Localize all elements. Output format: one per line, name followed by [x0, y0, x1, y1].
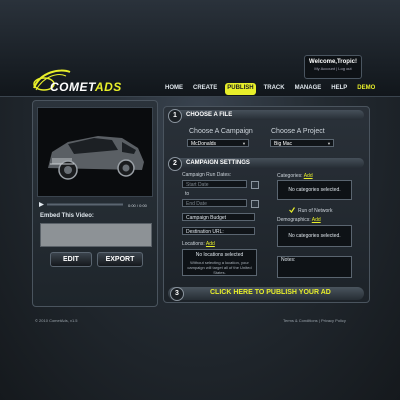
project-select[interactable]: Big Mac ▼	[270, 139, 334, 147]
logo-prefix: COMET	[50, 80, 95, 94]
locations-label: Locations: Add	[182, 241, 215, 247]
video-time: 0:00 / 0:00	[128, 203, 147, 208]
categories-label-text: Categories:	[277, 173, 303, 179]
locations-note: Without selecting a location, your campa…	[187, 260, 252, 275]
play-icon[interactable]	[39, 202, 44, 207]
video-player[interactable]	[37, 107, 153, 197]
seek-bar[interactable]	[47, 203, 123, 206]
section-2-number: 2	[168, 157, 182, 171]
locations-empty: No locations selected	[195, 252, 244, 258]
end-date-input[interactable]: End Date	[182, 199, 247, 207]
nav-demo[interactable]: DEMO	[355, 83, 377, 95]
run-dates-label: Campaign Run Dates:	[182, 172, 232, 178]
categories-label: Categories: Add	[277, 173, 313, 179]
chevron-down-icon: ▼	[327, 141, 331, 146]
categories-add-link[interactable]: Add	[304, 173, 313, 179]
project-value: Big Mac	[274, 141, 293, 147]
section-1-number: 1	[168, 109, 182, 123]
categories-box: No categories selected.	[277, 180, 352, 200]
footer-copyright: © 2010 CometAds, v1.5	[35, 318, 78, 323]
calendar-icon[interactable]	[251, 181, 259, 189]
welcome-box: Welcome,Tropic! My Account | Log out	[304, 55, 362, 79]
date-to-text: to	[185, 191, 190, 197]
export-button[interactable]: EXPORT	[97, 252, 143, 267]
notes-field[interactable]: Notes:	[277, 256, 352, 278]
demographics-add-link[interactable]: Add	[312, 217, 321, 223]
edit-button[interactable]: EDIT	[50, 252, 92, 267]
embed-label: Embed This Video:	[40, 213, 94, 219]
demographics-box: No categories selected.	[277, 225, 352, 247]
project-label: Choose A Project	[271, 128, 325, 135]
locations-label-text: Locations:	[182, 241, 205, 247]
embed-code-field[interactable]	[40, 223, 152, 247]
nav-help[interactable]: HELP	[329, 83, 349, 95]
nav-track[interactable]: TRACK	[262, 83, 287, 95]
publish-button[interactable]: 3 CLICK HERE TO PUBLISH YOUR AD	[168, 287, 364, 301]
campaign-label: Choose A Campaign	[189, 128, 253, 135]
nav-publish[interactable]: PUBLISH	[225, 83, 256, 95]
section-3-number: 3	[170, 287, 184, 301]
main-nav: HOME CREATE PUBLISH TRACK MANAGE HELP DE…	[163, 83, 377, 95]
checkmark-icon	[289, 207, 295, 213]
welcome-text: Welcome,Tropic!	[309, 59, 357, 65]
logo-suffix: ADS	[94, 80, 122, 94]
locations-add-link[interactable]: Add	[206, 241, 215, 247]
car-image	[38, 108, 152, 196]
nav-home[interactable]: HOME	[163, 83, 185, 95]
demographics-label: Demographics: Add	[277, 217, 321, 223]
section-2-title: CAMPAIGN SETTINGS	[186, 160, 250, 166]
section-2-header: 2 CAMPAIGN SETTINGS	[168, 157, 364, 171]
run-of-network-checkbox[interactable]	[289, 207, 295, 213]
demographics-label-text: Demographics:	[277, 217, 311, 223]
run-of-network-label: Run of Network	[298, 208, 333, 214]
footer-links[interactable]: Terms & Conditions | Privacy Policy	[283, 318, 346, 323]
campaign-value: McDonalds	[191, 141, 217, 147]
budget-input[interactable]: Campaign Budget	[182, 213, 255, 221]
notes-label: Notes:	[281, 257, 296, 263]
nav-manage[interactable]: MANAGE	[293, 83, 324, 95]
chevron-down-icon: ▼	[242, 141, 246, 146]
section-1-title: CHOOSE A FILE	[186, 112, 233, 118]
section-1-header: 1 CHOOSE A FILE	[168, 109, 364, 123]
calendar-icon[interactable]	[251, 200, 259, 208]
account-links[interactable]: My Account | Log out	[305, 66, 361, 71]
nav-create[interactable]: CREATE	[191, 83, 219, 95]
url-input[interactable]: Destination URL:	[182, 227, 255, 235]
logo-text[interactable]: COMETADS	[50, 80, 122, 94]
locations-box: No locations selected Without selecting …	[182, 249, 257, 276]
campaign-select[interactable]: McDonalds ▼	[187, 139, 249, 147]
start-date-input[interactable]: Start Date	[182, 180, 247, 188]
publish-label: CLICK HERE TO PUBLISH YOUR AD	[210, 289, 331, 296]
